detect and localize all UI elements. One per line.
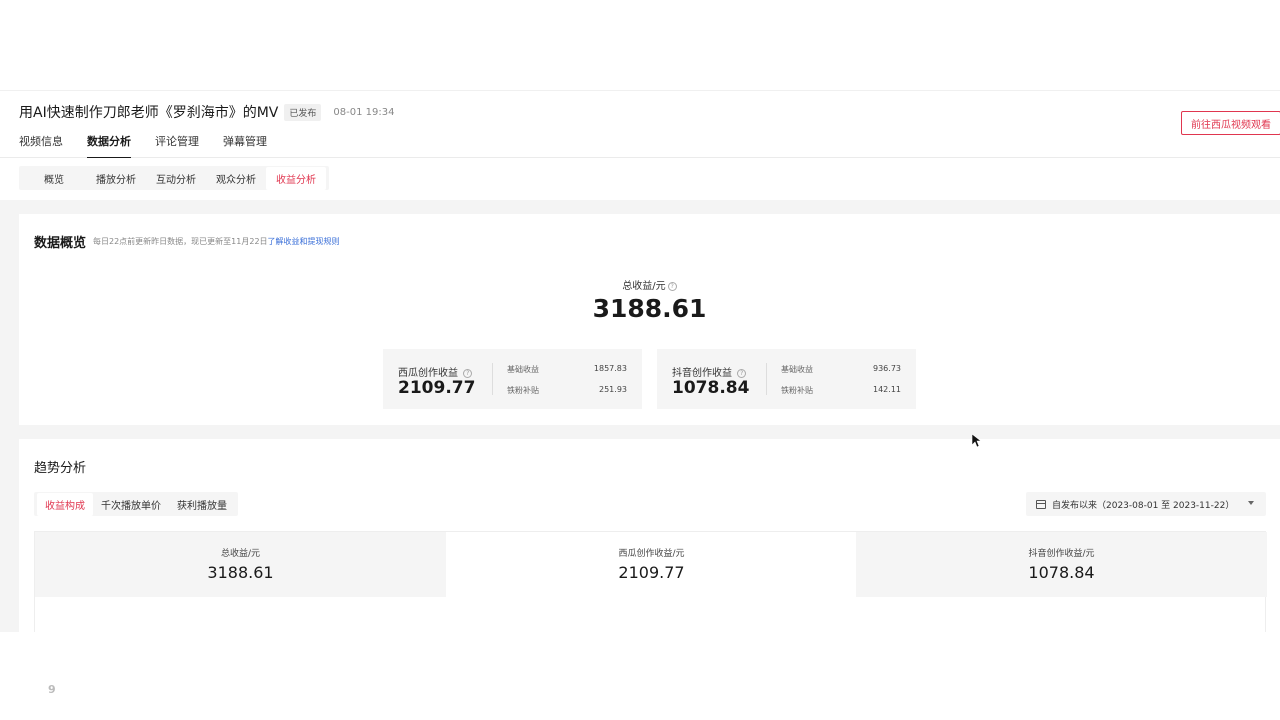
subnav-bar: 概览 播放分析 互动分析 观众分析 收益分析: [0, 158, 1280, 200]
xigua-revenue-card: 西瓜创作收益 ? 2109.77 基础收益 1857.83 铁粉补贴 251.9…: [383, 349, 642, 409]
summary-label: 西瓜创作收益/元: [618, 549, 685, 559]
tab-danmaku-management[interactable]: 弹幕管理: [223, 133, 267, 159]
page-number: 9: [48, 683, 56, 696]
analysis-subnav: 概览 播放分析 互动分析 观众分析 收益分析: [19, 166, 329, 190]
mouse-cursor-icon: [972, 434, 981, 448]
subnav-play-analysis[interactable]: 播放分析: [86, 167, 146, 190]
data-overview-panel: 数据概览 每日22点前更新昨日数据，现已更新至11月22日了解收益和提现规则 总…: [19, 214, 1280, 425]
help-icon[interactable]: ?: [737, 368, 747, 378]
revenue-rules-link[interactable]: 了解收益和提现规则: [268, 237, 340, 246]
overview-note: 每日22点前更新昨日数据，现已更新至11月22日了解收益和提现规则: [93, 236, 340, 247]
fan-subsidy-label: 铁粉补贴: [781, 386, 813, 395]
title-row: 用AI快速制作刀郎老师《罗刹海市》的MV 已发布 08-01 19:34: [19, 102, 394, 122]
watch-on-xigua-button[interactable]: 前往西瓜视频观看: [1181, 111, 1280, 135]
summary-label: 抖音创作收益/元: [1028, 549, 1095, 559]
overview-title: 数据概览: [34, 236, 87, 251]
summary-douyin-revenue[interactable]: 抖音创作收益/元 1078.84: [856, 532, 1267, 597]
basic-revenue-value: 936.73: [873, 364, 901, 373]
date-range-select[interactable]: 自发布以来（2023-08-01 至 2023-11-22）: [1026, 492, 1266, 516]
tab-comment-management[interactable]: 评论管理: [155, 133, 199, 159]
card-label: 抖音创作收益 ?: [672, 364, 747, 379]
summary-value: 3188.61: [207, 563, 274, 582]
divider: [766, 363, 767, 395]
subnav-interaction-analysis[interactable]: 互动分析: [146, 167, 206, 190]
card-value: 2109.77: [398, 378, 476, 398]
date-range-text: 自发布以来（2023-08-01 至 2023-11-22）: [1052, 500, 1235, 511]
video-header: 用AI快速制作刀郎老师《罗刹海市》的MV 已发布 08-01 19:34 视频信…: [0, 90, 1280, 159]
calendar-icon: [1036, 499, 1046, 509]
subnav-overview[interactable]: 概览: [22, 167, 86, 190]
help-icon[interactable]: ?: [463, 368, 473, 378]
basic-revenue-value: 1857.83: [593, 364, 627, 373]
fan-subsidy-value: 142.11: [873, 385, 901, 394]
update-note-text: 每日22点前更新昨日数据，现已更新至11月22日: [93, 237, 268, 246]
total-revenue-value: 3188.61: [592, 294, 707, 323]
metric-tabs: 收益构成 千次播放单价 获利播放量: [34, 492, 238, 516]
video-title: 用AI快速制作刀郎老师《罗刹海市》的MV: [19, 105, 279, 121]
divider: [492, 363, 493, 395]
publish-time: 08-01 19:34: [333, 106, 395, 118]
metric-tab-revenue-composition[interactable]: 收益构成: [37, 492, 93, 516]
basic-revenue-label: 基础收益: [781, 365, 813, 374]
metric-tab-monetized-plays[interactable]: 获利播放量: [169, 493, 235, 516]
summary-value: 1078.84: [1028, 563, 1095, 582]
total-revenue-label: 总收益/元?: [19, 277, 1280, 292]
subnav-audience-analysis[interactable]: 观众分析: [206, 167, 266, 190]
tab-data-analysis[interactable]: 数据分析: [87, 133, 131, 159]
fan-subsidy-value: 251.93: [599, 385, 627, 394]
chevron-down-icon: [1248, 501, 1254, 505]
trend-analysis-panel: 趋势分析 收益构成 千次播放单价 获利播放量 自发布以来（2023-08-01 …: [19, 439, 1280, 632]
total-revenue-label-text: 总收益/元: [622, 281, 666, 292]
help-icon[interactable]: ?: [667, 281, 677, 291]
fan-subsidy-label: 铁粉补贴: [507, 386, 539, 395]
top-tabs: 视频信息 数据分析 评论管理 弹幕管理: [19, 133, 267, 159]
status-badge: 已发布: [284, 103, 322, 121]
summary-label: 总收益/元: [220, 549, 261, 559]
summary-value: 2109.77: [618, 563, 685, 582]
basic-revenue-label: 基础收益: [507, 365, 539, 374]
douyin-revenue-card: 抖音创作收益 ? 1078.84 基础收益 936.73 铁粉补贴 142.11: [657, 349, 916, 409]
summary-row: 总收益/元 3188.61 西瓜创作收益/元 2109.77 抖音创作收益/元 …: [34, 531, 1267, 632]
summary-xigua-revenue[interactable]: 西瓜创作收益/元 2109.77: [446, 532, 857, 597]
subnav-revenue-analysis[interactable]: 收益分析: [266, 166, 326, 190]
tab-video-info[interactable]: 视频信息: [19, 133, 63, 159]
metric-tab-rpm[interactable]: 千次播放单价: [93, 493, 169, 516]
trend-title: 趋势分析: [34, 461, 87, 476]
summary-total-revenue[interactable]: 总收益/元 3188.61: [35, 532, 446, 597]
card-value: 1078.84: [672, 378, 750, 398]
card-label: 西瓜创作收益 ?: [398, 364, 473, 379]
